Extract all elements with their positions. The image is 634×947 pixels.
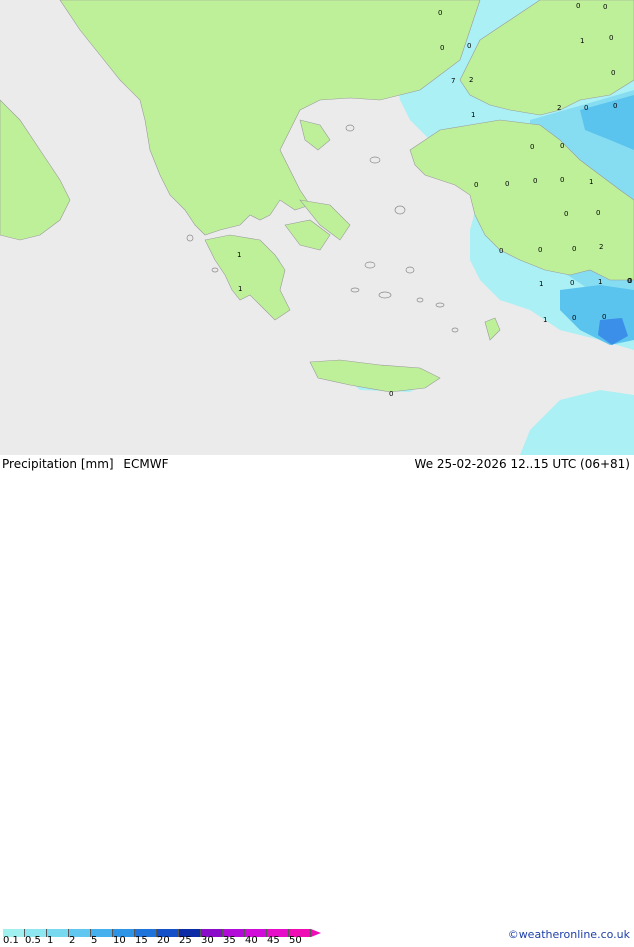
- valid-time: We 25-02-2026 12..15 UTC (06+81): [414, 457, 630, 471]
- precip-value-label: 0: [467, 42, 471, 50]
- legend-tick-label: 35: [223, 935, 236, 946]
- land-chalkidiki: [299, 119, 331, 151]
- precip-value-label: 0: [602, 313, 606, 321]
- precip-value-label: 7: [451, 77, 455, 85]
- legend-tick-label: 0.5: [25, 935, 41, 946]
- land-rhodes: [484, 317, 501, 341]
- footer: Precipitation [mm] ECMWF We 25-02-2026 1…: [0, 455, 634, 946]
- precip-value-label: 0: [584, 104, 588, 112]
- precip-value-label: 1: [237, 251, 241, 259]
- legend-ticks: 0.1 0.5 1 2 5 10 15 20 25 30 35 40 45 50: [0, 935, 340, 947]
- precip-value-label: 0: [570, 279, 574, 287]
- precip-value-label: 1: [589, 178, 593, 186]
- precip-value-label: 0: [564, 210, 568, 218]
- precip-value-label: 0: [560, 142, 564, 150]
- precip-value-label: 0: [438, 9, 442, 17]
- precip-value-label: 0: [474, 181, 478, 189]
- precip-value-label: 0: [609, 34, 613, 42]
- precip-value-label: 0: [505, 180, 509, 188]
- precip-value-label: 1: [238, 285, 242, 293]
- precip-value-label: 1: [580, 37, 584, 45]
- legend-tick-label: 15: [135, 935, 148, 946]
- precip-value-label: 0: [603, 3, 607, 11]
- precip-value-label: 0: [530, 143, 534, 151]
- legend-tick-label: 40: [245, 935, 258, 946]
- precip-value-label: 0: [538, 246, 542, 254]
- precip-value-label: 2: [557, 104, 561, 112]
- precip-value-label: 1: [539, 280, 543, 288]
- land-peloponnese: [204, 234, 291, 321]
- precip-value-label: 0: [499, 247, 503, 255]
- legend-tick-label: 2: [69, 935, 76, 946]
- precip-value-label: 0: [572, 314, 576, 322]
- land-italy: [0, 99, 71, 241]
- legend-tick-label: 30: [201, 935, 214, 946]
- credit-link[interactable]: ©weatheronline.co.uk: [508, 928, 630, 941]
- precip-value-label: 1: [598, 278, 602, 286]
- precip-value-label: 0: [389, 390, 393, 398]
- precip-value-label: 2: [599, 243, 603, 251]
- precipitation-map[interactable]: 00010000270012000000100000211101010000: [0, 0, 634, 455]
- precip-value-label: 0: [613, 102, 617, 110]
- legend-tick-label: 25: [179, 935, 192, 946]
- land-areas: [0, 0, 634, 393]
- precip-value-label: 0: [572, 245, 576, 253]
- precip-value-label: 0: [628, 277, 632, 285]
- precip-value-label: 1: [543, 316, 547, 324]
- precip-value-label: 0: [440, 44, 444, 52]
- map-title: Precipitation [mm] ECMWF: [2, 457, 168, 471]
- legend-tick-label: 1: [47, 935, 54, 946]
- map-canvas: 00 01 00 00270 0120 00 0 0 0 10 00 0 0 2111 0 1 01 0 000: [0, 0, 634, 455]
- legend-tick-label: 5: [91, 935, 98, 946]
- precip-value-label: 0: [596, 209, 600, 217]
- legend-tick-label: 0.1: [3, 935, 19, 946]
- legend-tick-label: 20: [157, 935, 170, 946]
- precip-value-label: 1: [471, 111, 475, 119]
- precip-value-label: 0: [611, 69, 615, 77]
- precip-value-label: 0: [576, 2, 580, 10]
- legend-tick-label: 10: [113, 935, 126, 946]
- precip-value-label: 2: [469, 76, 473, 84]
- precip-value-label: 0: [533, 177, 537, 185]
- precip-value-label: 0: [560, 176, 564, 184]
- title-label: Precipitation [mm]: [2, 457, 114, 471]
- model-label: ECMWF: [123, 457, 169, 471]
- land-crete: [309, 359, 441, 393]
- legend-tick-label: 50: [289, 935, 302, 946]
- legend-tick-label: 45: [267, 935, 280, 946]
